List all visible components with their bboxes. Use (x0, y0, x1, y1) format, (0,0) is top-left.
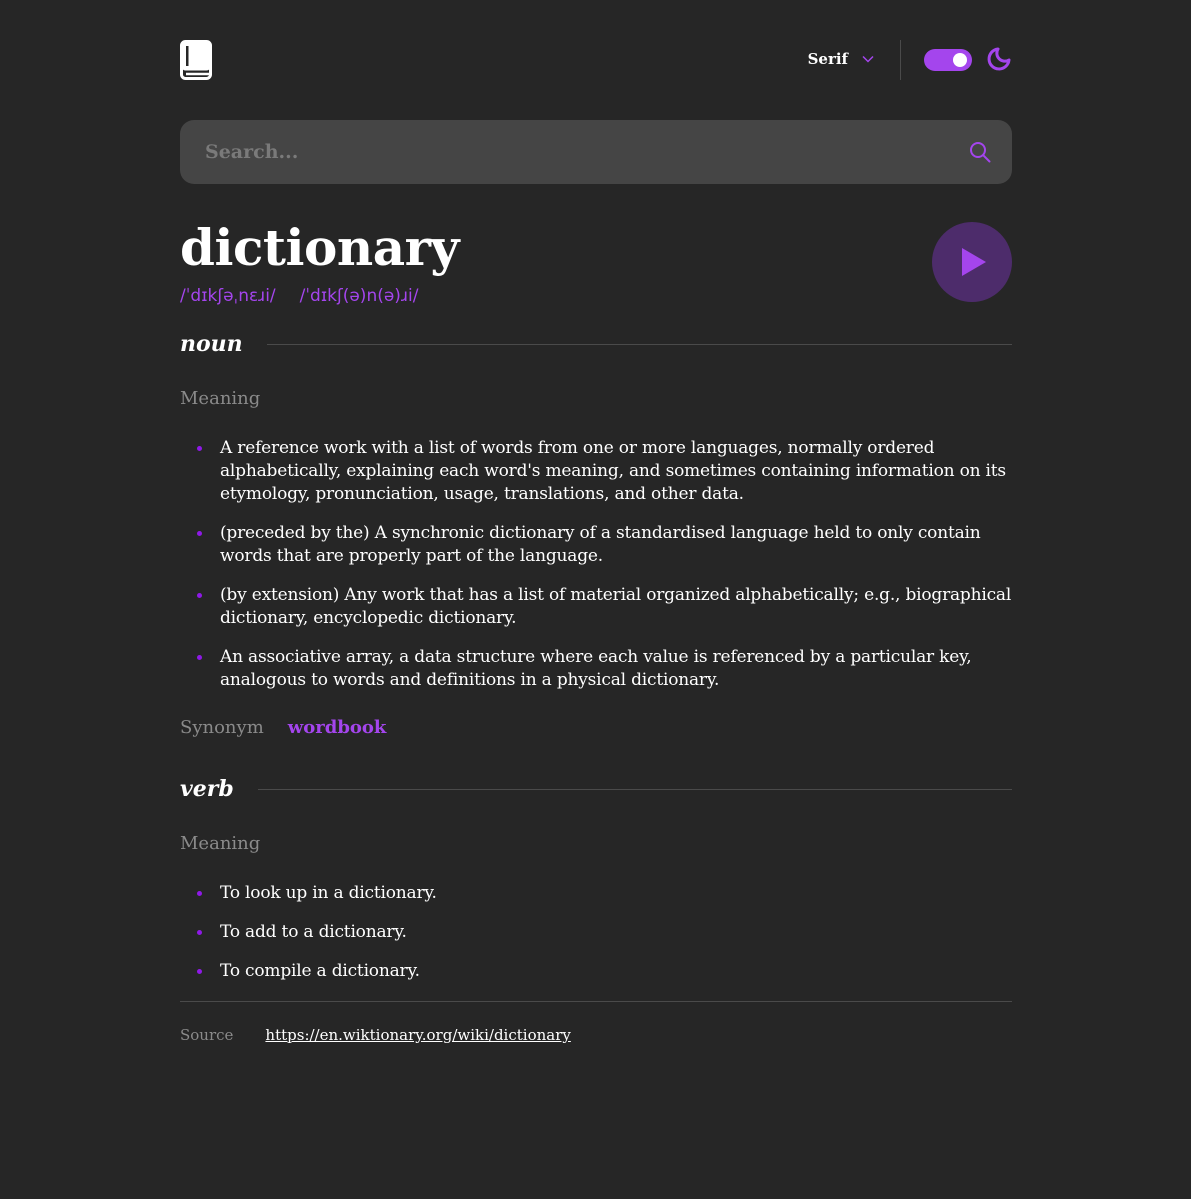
synonym-link[interactable]: wordbook (288, 716, 387, 740)
definition-list: A reference work with a list of words fr… (180, 437, 1012, 692)
play-icon (962, 248, 986, 276)
definition-item: A reference work with a list of words fr… (197, 437, 1012, 506)
definition-item: (preceded by the) A synchronic dictionar… (197, 522, 1012, 568)
footer-divider (180, 1001, 1012, 1002)
source-row: Source https://en.wiktionary.org/wiki/di… (180, 1026, 1012, 1044)
source-link[interactable]: https://en.wiktionary.org/wiki/dictionar… (265, 1026, 570, 1044)
search-input[interactable] (180, 120, 940, 184)
source-label: Source (180, 1026, 234, 1044)
book-icon[interactable] (180, 40, 212, 80)
meaning-section-noun: noun Meaning A reference work with a lis… (180, 329, 1012, 740)
synonym-row: Synonym wordbook (180, 716, 1012, 740)
phonetic-text: /ˈdɪkʃ(ə)n(ə)ɹi/ (299, 286, 419, 306)
meaning-heading: Meaning (180, 388, 261, 409)
phonetics: /ˈdɪkʃəˌnɛɹi/ /ˈdɪkʃ(ə)n(ə)ɹi/ (180, 286, 418, 306)
font-selector-label: Serif (807, 50, 848, 68)
definition-item: (by extension) Any work that has a list … (197, 585, 1012, 628)
divider (257, 788, 1012, 790)
search-icon[interactable] (969, 141, 991, 163)
header: Serif (180, 0, 1012, 120)
meaning-section-verb: verb Meaning To look up in a dictionary.… (180, 774, 1012, 983)
definition-item: To look up in a dictionary. (197, 882, 1012, 905)
font-selector[interactable]: Serif (808, 50, 874, 68)
synonym-label: Synonym (180, 717, 264, 738)
phonetic-text: /ˈdɪkʃəˌnɛɹi/ (180, 286, 276, 306)
divider (266, 343, 1012, 345)
chevron-down-icon (862, 55, 874, 63)
definition-item: To compile a dictionary. (197, 960, 1012, 983)
theme-toggle[interactable] (924, 49, 972, 71)
part-of-speech-row: verb (180, 774, 1012, 804)
header-divider (900, 40, 901, 80)
moon-icon (987, 47, 1011, 71)
word-title: dictionary (180, 218, 459, 277)
meaning-heading: Meaning (180, 833, 261, 854)
search-bar (180, 120, 1012, 184)
word-header: dictionary /ˈdɪkʃəˌnɛɹi/ /ˈdɪkʃ(ə)n(ə)ɹi… (180, 184, 1012, 329)
definition-item: To add to a dictionary. (197, 921, 1012, 944)
part-of-speech-label: noun (180, 331, 243, 357)
part-of-speech-row: noun (180, 329, 1012, 359)
definition-list: To look up in a dictionary. To add to a … (180, 882, 1012, 983)
play-button[interactable] (932, 222, 1012, 302)
page: Serif dictionary /ˈdɪkʃəˌnɛɹi/ /ˈdɪkʃ(ə)… (180, 0, 1012, 1044)
definition-item: An associative array, a data structure w… (197, 646, 1012, 692)
toggle-knob (953, 53, 967, 67)
part-of-speech-label: verb (180, 776, 234, 802)
